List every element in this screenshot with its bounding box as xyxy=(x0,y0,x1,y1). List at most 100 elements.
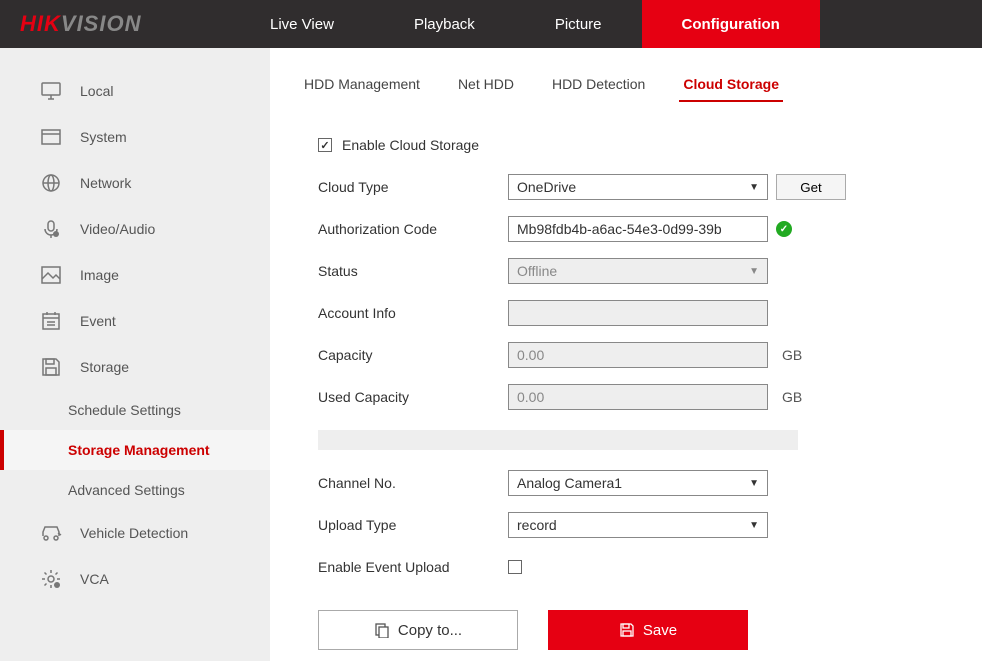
image-icon xyxy=(40,264,62,286)
capacity-input: 0.00 xyxy=(508,342,768,368)
save-button[interactable]: Save xyxy=(548,610,748,650)
window-icon xyxy=(40,126,62,148)
sidebar-label: Video/Audio xyxy=(80,221,155,237)
auth-code-row: Authorization Code Mb98fdb4b-a6ac-54e3-0… xyxy=(318,216,982,242)
upload-type-row: Upload Type record ▼ xyxy=(318,512,982,538)
sidebar-item-network[interactable]: Network xyxy=(0,160,270,206)
channel-select[interactable]: Analog Camera1 ▼ xyxy=(508,470,768,496)
status-label: Status xyxy=(318,263,508,279)
tab-hdd-management[interactable]: HDD Management xyxy=(300,68,424,102)
sidebar-item-video-audio[interactable]: Video/Audio xyxy=(0,206,270,252)
channel-label: Channel No. xyxy=(318,475,508,491)
topnav: Live View Playback Picture Configuration xyxy=(230,0,820,48)
enable-event-upload-label: Enable Event Upload xyxy=(318,559,508,575)
sidebar-label: Image xyxy=(80,267,119,283)
sidebar-sub-advanced-settings[interactable]: Advanced Settings xyxy=(0,470,270,510)
upload-type-label: Upload Type xyxy=(318,517,508,533)
save-icon xyxy=(619,622,635,638)
get-button[interactable]: Get xyxy=(776,174,846,200)
channel-value: Analog Camera1 xyxy=(517,475,622,491)
topbar: HIKVISION Live View Playback Picture Con… xyxy=(0,0,982,48)
auth-code-label: Authorization Code xyxy=(318,221,508,237)
auth-code-input[interactable]: Mb98fdb4b-a6ac-54e3-0d99-39b xyxy=(508,216,768,242)
copy-to-label: Copy to... xyxy=(398,622,462,639)
save-icon xyxy=(40,356,62,378)
sidebar-item-vca[interactable]: VCA xyxy=(0,556,270,602)
cloud-type-row: Cloud Type OneDrive ▼ Get xyxy=(318,174,982,200)
sidebar-item-vehicle-detection[interactable]: Vehicle Detection xyxy=(0,510,270,556)
used-capacity-row: Used Capacity 0.00 GB xyxy=(318,384,982,410)
mic-icon xyxy=(40,218,62,240)
used-capacity-input: 0.00 xyxy=(508,384,768,410)
chevron-down-icon: ▼ xyxy=(749,520,759,531)
status-select: Offline ▼ xyxy=(508,258,768,284)
cloud-storage-form: Enable Cloud Storage Cloud Type OneDrive… xyxy=(300,132,982,650)
topnav-live-view[interactable]: Live View xyxy=(230,0,374,48)
sidebar: Local System Network Video/Audio Image E… xyxy=(0,48,270,661)
capacity-unit: GB xyxy=(782,347,802,363)
account-info-row: Account Info xyxy=(318,300,982,326)
logo: HIKVISION xyxy=(0,11,230,37)
check-circle-icon: ✓ xyxy=(776,221,792,237)
sidebar-label: VCA xyxy=(80,571,109,587)
sidebar-sub-storage-management[interactable]: Storage Management xyxy=(0,430,270,470)
cloud-type-label: Cloud Type xyxy=(318,179,508,195)
cloud-type-select[interactable]: OneDrive ▼ xyxy=(508,174,768,200)
chevron-down-icon: ▼ xyxy=(749,266,759,277)
auth-code-value: Mb98fdb4b-a6ac-54e3-0d99-39b xyxy=(517,221,722,237)
sidebar-item-storage[interactable]: Storage xyxy=(0,344,270,390)
account-info-input xyxy=(508,300,768,326)
status-row: Status Offline ▼ xyxy=(318,258,982,284)
account-info-label: Account Info xyxy=(318,305,508,321)
sidebar-item-local[interactable]: Local xyxy=(0,68,270,114)
main-content: HDD Management Net HDD HDD Detection Clo… xyxy=(270,48,982,661)
used-capacity-value: 0.00 xyxy=(517,389,544,405)
sidebar-label: Local xyxy=(80,83,113,99)
status-value: Offline xyxy=(517,263,557,279)
sidebar-label: Vehicle Detection xyxy=(80,525,188,541)
container: Local System Network Video/Audio Image E… xyxy=(0,48,982,661)
enable-event-upload-checkbox[interactable] xyxy=(508,560,522,574)
sidebar-item-system[interactable]: System xyxy=(0,114,270,160)
cloud-type-value: OneDrive xyxy=(517,179,576,195)
sidebar-item-image[interactable]: Image xyxy=(0,252,270,298)
topnav-configuration[interactable]: Configuration xyxy=(642,0,820,48)
topnav-picture[interactable]: Picture xyxy=(515,0,642,48)
topnav-playback[interactable]: Playback xyxy=(374,0,515,48)
upload-type-select[interactable]: record ▼ xyxy=(508,512,768,538)
logo-red: HIK xyxy=(20,11,61,36)
capacity-value: 0.00 xyxy=(517,347,544,363)
sidebar-label: System xyxy=(80,129,127,145)
enable-event-row: Enable Event Upload xyxy=(318,554,982,580)
tab-cloud-storage[interactable]: Cloud Storage xyxy=(679,68,783,102)
enable-row: Enable Cloud Storage xyxy=(318,132,982,158)
section-divider xyxy=(318,430,798,450)
copy-icon xyxy=(374,622,390,638)
used-capacity-unit: GB xyxy=(782,389,802,405)
sidebar-item-event[interactable]: Event xyxy=(0,298,270,344)
sidebar-label: Storage xyxy=(80,359,129,375)
capacity-label: Capacity xyxy=(318,347,508,363)
used-capacity-label: Used Capacity xyxy=(318,389,508,405)
action-buttons: Copy to... Save xyxy=(318,610,982,650)
chevron-down-icon: ▼ xyxy=(749,182,759,193)
channel-row: Channel No. Analog Camera1 ▼ xyxy=(318,470,982,496)
sidebar-label: Network xyxy=(80,175,131,191)
monitor-icon xyxy=(40,80,62,102)
copy-to-button[interactable]: Copy to... xyxy=(318,610,518,650)
gear-icon xyxy=(40,568,62,590)
sidebar-label: Event xyxy=(80,313,116,329)
enable-cloud-storage-label: Enable Cloud Storage xyxy=(342,137,479,153)
tab-hdd-detection[interactable]: HDD Detection xyxy=(548,68,649,102)
chevron-down-icon: ▼ xyxy=(749,478,759,489)
sidebar-sub-schedule-settings[interactable]: Schedule Settings xyxy=(0,390,270,430)
upload-type-value: record xyxy=(517,517,557,533)
car-icon xyxy=(40,522,62,544)
capacity-row: Capacity 0.00 GB xyxy=(318,342,982,368)
enable-cloud-storage-checkbox[interactable] xyxy=(318,138,332,152)
tab-net-hdd[interactable]: Net HDD xyxy=(454,68,518,102)
save-label: Save xyxy=(643,622,677,639)
globe-icon xyxy=(40,172,62,194)
calendar-icon xyxy=(40,310,62,332)
logo-gray: VISION xyxy=(61,11,142,36)
